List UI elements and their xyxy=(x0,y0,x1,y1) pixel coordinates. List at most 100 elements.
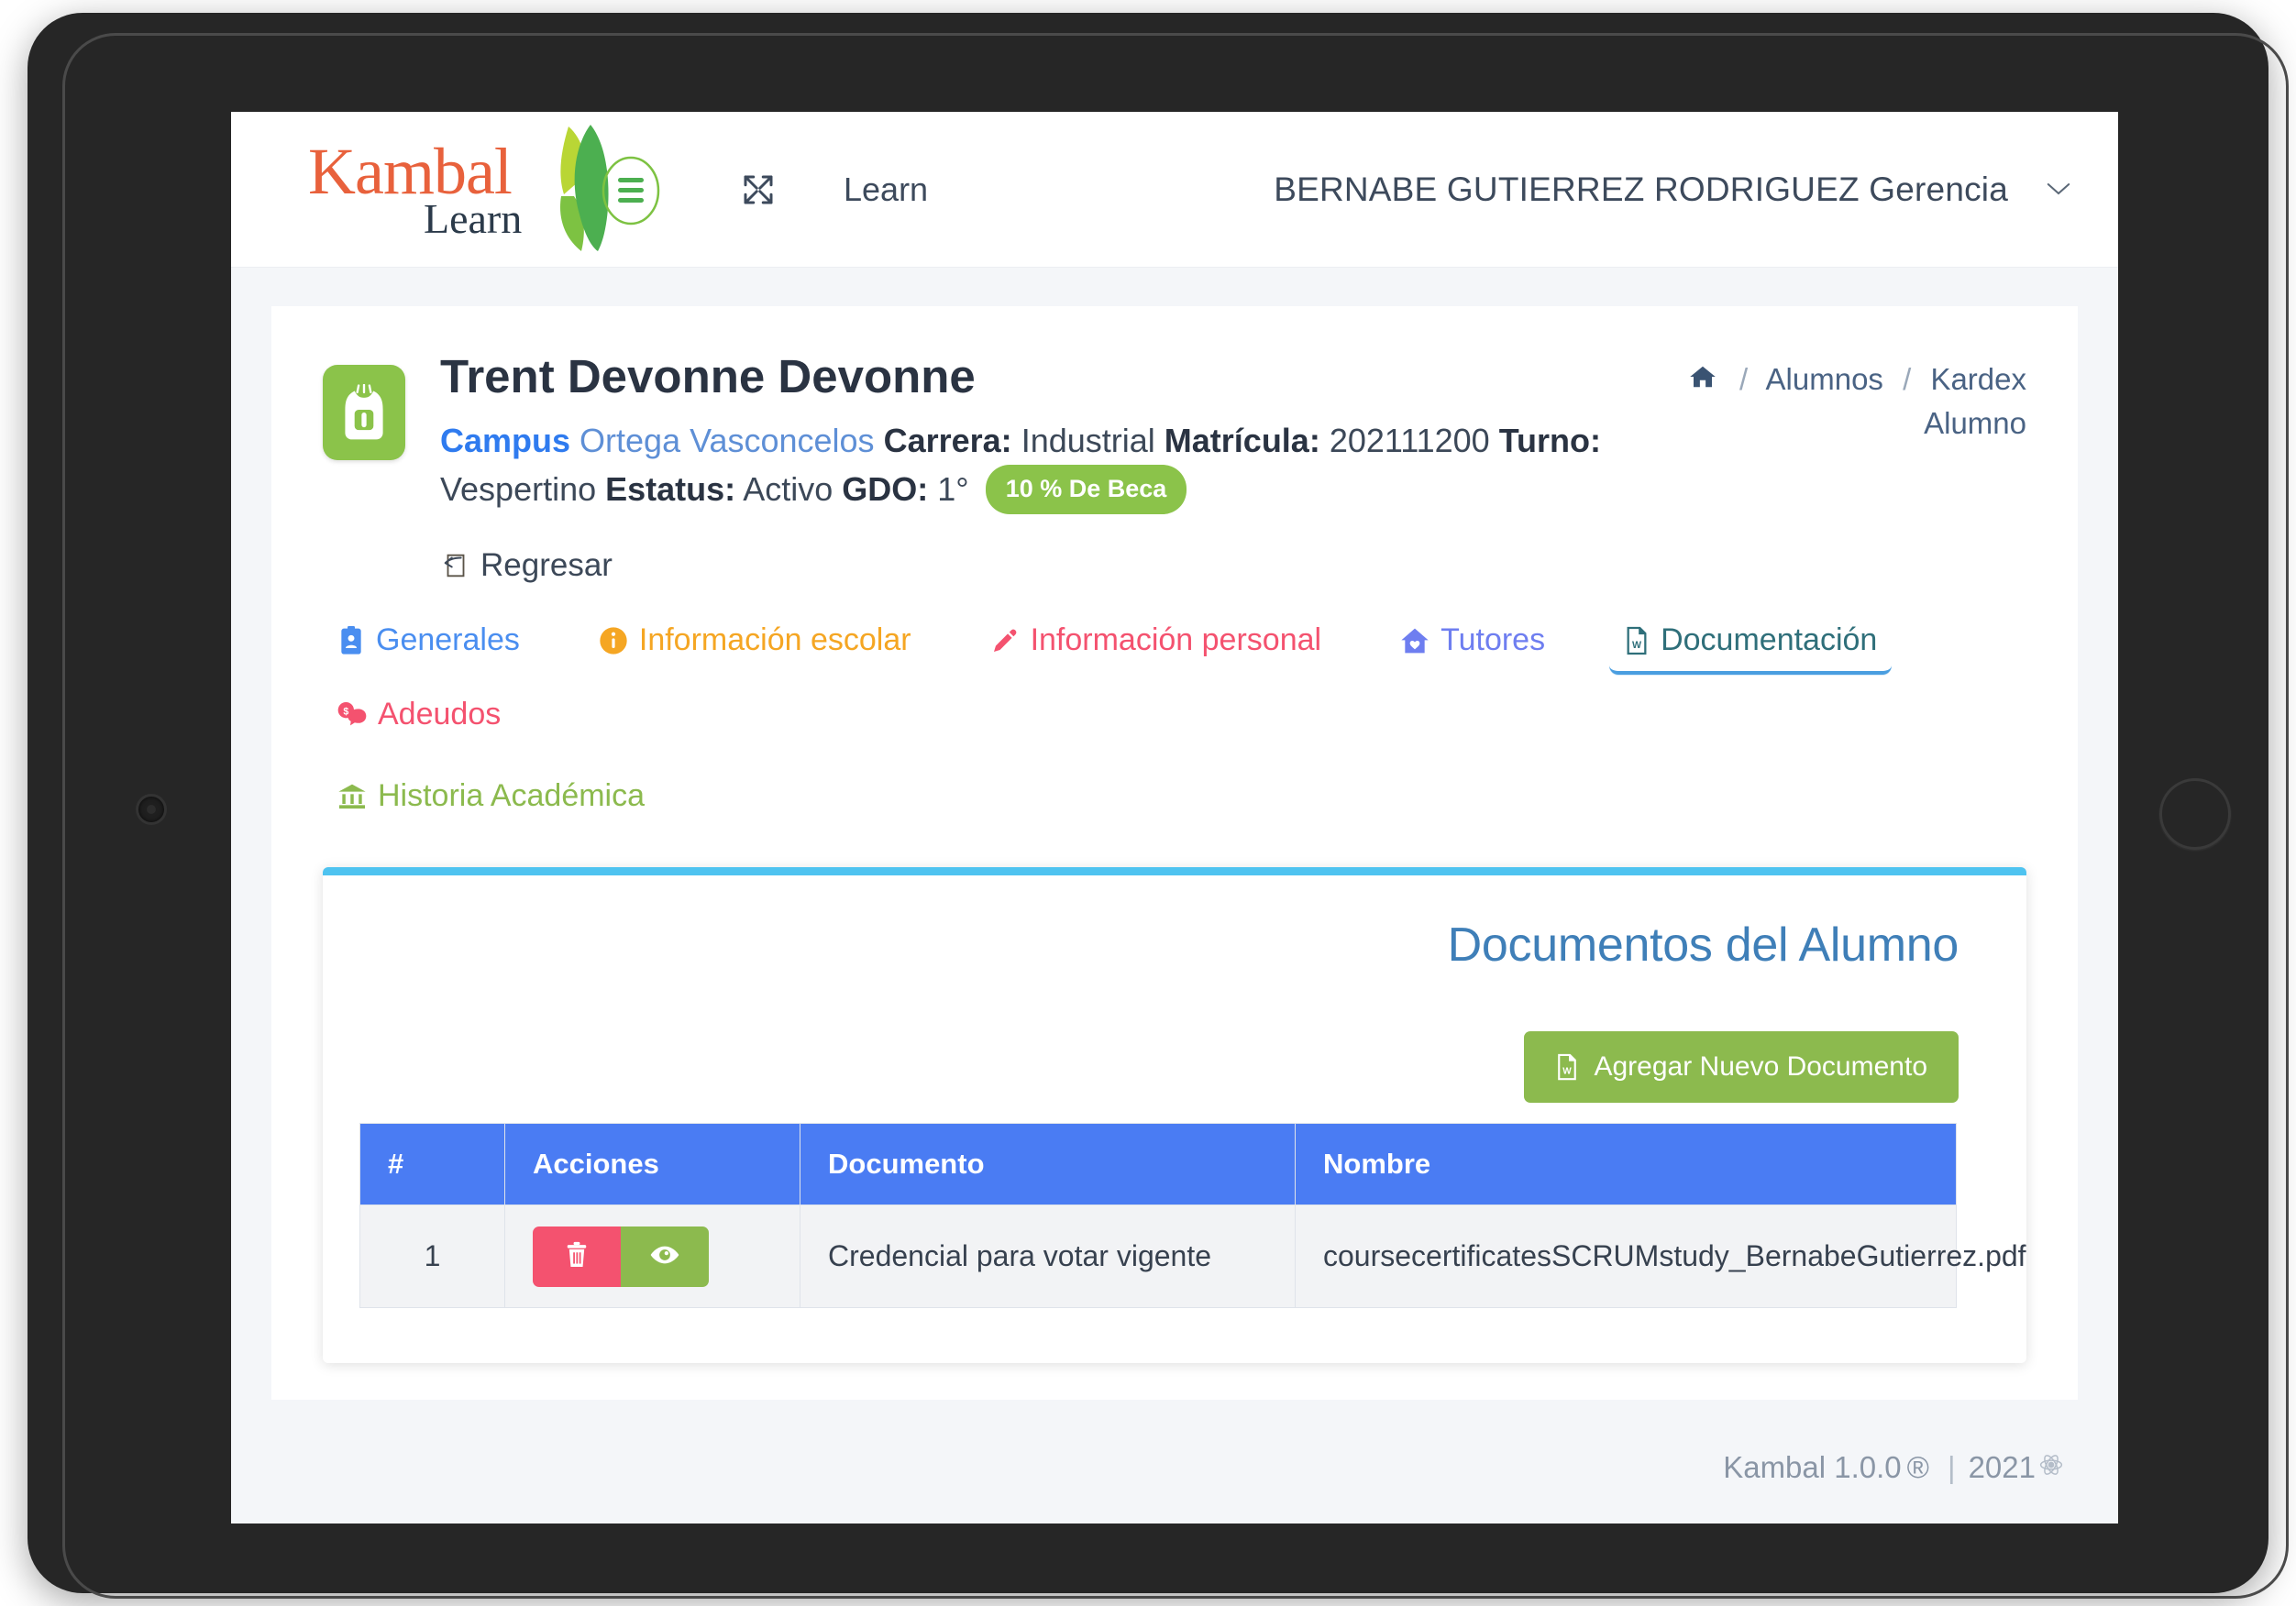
tab-adeudos-label: Adeudos xyxy=(378,697,502,732)
svg-text:$: $ xyxy=(343,706,348,717)
footer-app-version: Kambal 1.0.0 xyxy=(1723,1450,1902,1484)
back-link-label: Regresar xyxy=(480,547,613,584)
student-tabs: Generales Información escolar Informació… xyxy=(323,617,2026,827)
gdo-label: GDO: xyxy=(842,469,929,508)
page-footer: Kambal 1.0.0 ® | 2021 xyxy=(1723,1450,2063,1485)
turno-value: Vespertino xyxy=(440,469,597,508)
tab-informacion-escolar[interactable]: Información escolar xyxy=(584,617,926,671)
carrera-label: Carrera: xyxy=(883,422,1012,460)
breadcrumb-separator-1: / xyxy=(1739,362,1749,396)
documents-table-body: 1 Credencial para votar vigente coursece… xyxy=(359,1204,2026,1309)
breadcrumb-separator-2: / xyxy=(1903,362,1912,396)
column-header-nombre[interactable]: Nombre xyxy=(1295,1123,1957,1206)
user-menu-label: BERNABE GUTIERREZ RODRIGUEZ Gerencia xyxy=(1274,170,2008,208)
column-header-acciones[interactable]: Acciones xyxy=(504,1123,800,1206)
cell-nombre: coursecertificatesSCRUMstudy_BernabeGuti… xyxy=(1295,1204,2026,1309)
campus-value: Ortega Vasconcelos xyxy=(580,422,875,460)
home-heart-icon xyxy=(1400,627,1429,654)
estatus-value: Activo xyxy=(743,469,833,508)
documents-table: # Acciones Documento Nombre 1 Credencial… xyxy=(359,1123,2026,1309)
delete-document-button[interactable] xyxy=(533,1226,621,1287)
add-document-button[interactable]: W Agregar Nuevo Documento xyxy=(1524,1031,1959,1104)
turno-label: Turno: xyxy=(1498,422,1602,460)
breadcrumb-item-alumnos[interactable]: Alumnos xyxy=(1766,362,1883,396)
hamburger-menu-icon xyxy=(618,177,644,182)
documents-panel: Documentos del Alumno W Agregar Nuevo Do… xyxy=(323,867,2026,1364)
svg-text:W: W xyxy=(1563,1067,1573,1077)
top-navbar: Kambal Learn Learn BERNABE GUTIERREZ ROD… xyxy=(231,112,2118,268)
word-file-icon: W xyxy=(1624,626,1650,655)
tab-informacion-escolar-label: Información escolar xyxy=(638,622,911,658)
home-button[interactable] xyxy=(2159,778,2231,850)
front-camera-icon xyxy=(136,794,167,825)
expand-arrows-icon[interactable] xyxy=(737,169,779,211)
backpack-icon xyxy=(323,365,405,460)
campus-label: Campus xyxy=(440,422,571,460)
student-tabs-row-2: Historia Académica xyxy=(323,773,2026,827)
back-link[interactable]: Regresar xyxy=(440,547,1623,584)
money-comment-icon: $ xyxy=(337,701,367,729)
nav-item-learn[interactable]: Learn xyxy=(844,170,928,209)
matricula-value: 202111200 xyxy=(1329,422,1490,460)
browser-viewport: Kambal Learn Learn BERNABE GUTIERREZ ROD… xyxy=(231,112,2118,1524)
table-header-row: # Acciones Documento Nombre xyxy=(359,1123,1957,1206)
documents-toolbar: W Agregar Nuevo Documento xyxy=(359,1031,1990,1104)
table-row: 1 Credencial para votar vigente coursece… xyxy=(359,1204,2026,1309)
tab-informacion-personal[interactable]: Información personal xyxy=(976,617,1337,671)
documents-table-head: # Acciones Documento Nombre xyxy=(359,1123,1957,1206)
brand-logo-link[interactable]: Kambal Learn xyxy=(286,123,671,257)
student-info: Trent Devonne Devonne Campus Ortega Vasc… xyxy=(440,350,1623,584)
tab-documentacion-label: Documentación xyxy=(1661,622,1878,658)
tab-generales-label: Generales xyxy=(376,622,520,658)
leaf-logo-icon xyxy=(559,124,660,251)
tab-tutores[interactable]: Tutores xyxy=(1385,617,1560,671)
atom-icon xyxy=(2039,1453,2063,1483)
eye-icon xyxy=(650,1244,679,1269)
page-title: Trent Devonne Devonne xyxy=(440,350,976,402)
tab-informacion-personal-label: Información personal xyxy=(1030,622,1322,658)
info-circle-icon xyxy=(599,626,628,655)
pencil-icon xyxy=(990,626,1020,655)
tab-historia-academica[interactable]: Historia Académica xyxy=(323,773,659,827)
tab-historia-academica-label: Historia Académica xyxy=(378,778,646,814)
tab-generales[interactable]: Generales xyxy=(323,617,535,671)
student-meta: Campus Ortega Vasconcelos Carrera: Indus… xyxy=(440,417,1623,515)
student-header: Trent Devonne Devonne Campus Ortega Vasc… xyxy=(323,350,2026,584)
tab-documentacion[interactable]: W Documentación xyxy=(1609,617,1893,676)
cell-row-number: 1 xyxy=(359,1204,505,1309)
column-header-documento[interactable]: Documento xyxy=(800,1123,1296,1206)
trash-icon xyxy=(564,1241,590,1271)
registered-trademark-icon: ® xyxy=(1906,1450,1929,1484)
carrera-value: Industrial xyxy=(1021,422,1155,460)
tab-adeudos[interactable]: $ Adeudos xyxy=(323,691,515,745)
tab-tutores-label: Tutores xyxy=(1441,622,1546,658)
home-icon[interactable] xyxy=(1689,362,1725,396)
university-icon xyxy=(337,783,367,810)
chevron-down-icon xyxy=(2045,174,2072,205)
logo-subtitle: Learn xyxy=(424,194,523,242)
tablet-device-frame: Kambal Learn Learn BERNABE GUTIERREZ ROD… xyxy=(28,13,2289,1599)
user-menu[interactable]: BERNABE GUTIERREZ RODRIGUEZ Gerencia xyxy=(1274,170,2072,209)
id-card-icon xyxy=(337,625,365,655)
view-document-button[interactable] xyxy=(621,1226,709,1287)
breadcrumb-item-kardex-alumno[interactable]: Kardex Alumno xyxy=(1924,362,2026,440)
back-arrow-page-icon xyxy=(440,550,471,581)
svg-text:W: W xyxy=(1632,640,1642,651)
content-card: Trent Devonne Devonne Campus Ortega Vasc… xyxy=(271,306,2078,1401)
gdo-value: 1° xyxy=(937,469,969,508)
add-document-button-label: Agregar Nuevo Documento xyxy=(1594,1051,1927,1083)
cell-documento: Credencial para votar vigente xyxy=(800,1204,1296,1309)
matricula-label: Matrícula: xyxy=(1164,422,1320,460)
page-body: Trent Devonne Devonne Campus Ortega Vasc… xyxy=(231,268,2118,1524)
estatus-label: Estatus: xyxy=(605,469,736,508)
column-header-num[interactable]: # xyxy=(359,1123,505,1206)
kambal-learn-logo: Kambal Learn xyxy=(286,123,671,257)
status-badge: 10 % De Beca xyxy=(985,464,1187,515)
cell-actions xyxy=(504,1204,800,1309)
footer-separator: | xyxy=(1948,1450,1956,1484)
breadcrumb: / Alumnos / Kardex Alumno xyxy=(1641,358,2026,446)
documents-panel-title: Documentos del Alumno xyxy=(1447,918,1959,973)
footer-year: 2021 xyxy=(1968,1450,2036,1484)
row-action-group xyxy=(533,1226,772,1287)
word-file-icon: W xyxy=(1555,1053,1579,1081)
